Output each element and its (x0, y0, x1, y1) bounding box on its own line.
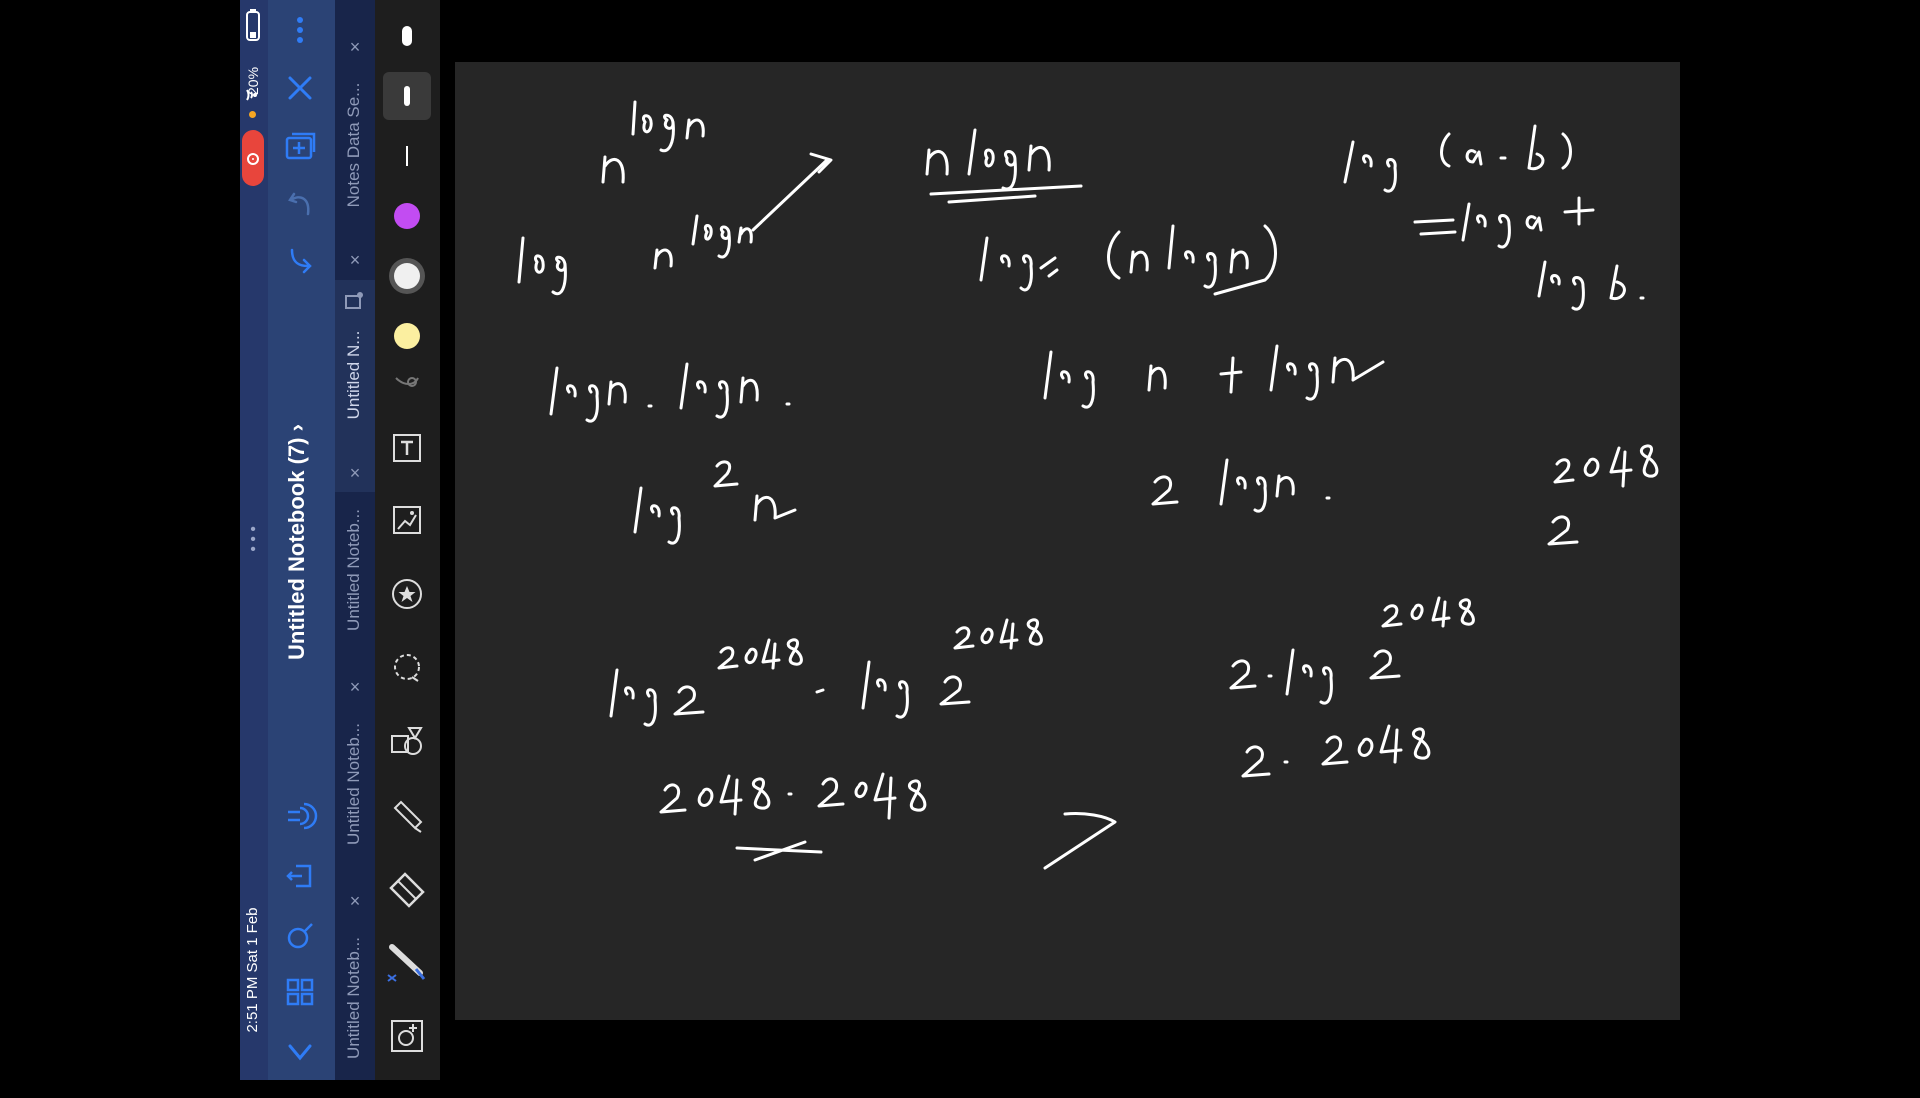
color-swatch-yellow[interactable] (383, 312, 431, 360)
tab-untitled-notebook[interactable]: Untitled Noteb... (344, 898, 366, 1098)
redo-icon[interactable] (282, 244, 318, 280)
ink-log-sq-n (633, 460, 797, 545)
privacy-indicator-dot (249, 111, 256, 118)
ink-n-pow-logn (601, 100, 705, 184)
chevron-down-icon[interactable] (282, 1034, 318, 1070)
handwritten-ink (517, 100, 1659, 870)
audio-record-icon[interactable] (282, 798, 318, 834)
wifi-icon (246, 89, 257, 101)
ink-greater-than (1043, 812, 1117, 870)
record-icon (247, 153, 259, 165)
tab-untitled-notebook[interactable]: Untitled Noteb... (344, 470, 366, 670)
ink-log-b (1537, 260, 1645, 311)
notebook-title[interactable]: Untitled Notebook (7) › (284, 412, 312, 672)
ink-2-log2-2048 (1229, 596, 1475, 705)
drawing-canvas[interactable] (455, 62, 1680, 1020)
ink-n-log-n (925, 128, 1083, 204)
ink-log-n-pow-logn (517, 214, 753, 296)
chevron-right-icon: › (284, 424, 309, 432)
battery-icon (246, 9, 260, 41)
image-tool-icon[interactable] (383, 496, 431, 544)
ink-log-a-b (1343, 124, 1572, 193)
ink-log2-2048-minus-log2-2048 (609, 618, 1043, 727)
ink-2-times-2048 (1241, 724, 1431, 778)
more-vertical-icon[interactable] (282, 12, 318, 48)
grid-view-icon[interactable] (282, 974, 318, 1010)
color-swatch-purple[interactable] (383, 192, 431, 240)
ink-2-right (1547, 515, 1579, 546)
shapes-tool-icon[interactable] (383, 718, 431, 766)
pen-tool-icon[interactable] (383, 938, 431, 986)
undo-icon[interactable] (282, 186, 318, 222)
tab-untitled-notebook[interactable]: Untitled Noteb... (344, 684, 366, 884)
ink-2048-dot-2048 (659, 772, 927, 862)
ink-log-of-nlogn (979, 224, 1277, 296)
tool-options-icon[interactable] (383, 362, 431, 402)
pen-thickness-medium[interactable] (383, 72, 431, 120)
search-icon[interactable] (282, 918, 318, 954)
export-icon[interactable] (282, 858, 318, 894)
pen-thickness-thick[interactable] (383, 12, 431, 60)
highlighter-tool-icon[interactable] (383, 792, 431, 840)
lasso-tool-icon[interactable] (383, 644, 431, 692)
color-swatch-white[interactable] (383, 252, 431, 300)
notebook-title-text: Untitled Notebook (7) (284, 437, 309, 660)
ink-eq-log-a-plus (1413, 196, 1595, 249)
status-time: 2:51 PM Sat 1 Feb (244, 907, 261, 1033)
ink-logn-dot-logn (549, 362, 791, 423)
ink-logn-plus-logn (1043, 344, 1385, 409)
add-page-icon[interactable] (282, 128, 318, 164)
close-icon[interactable] (282, 70, 318, 106)
tab-untitled-n-active[interactable]: Untitled N... (344, 275, 366, 475)
tab-notes-data-se[interactable]: Notes Data Se... (344, 45, 366, 245)
text-tool-icon[interactable] (383, 424, 431, 472)
ink-2048-exponent-top (1553, 444, 1659, 488)
eraser-tool-icon[interactable] (383, 864, 431, 912)
add-element-tool-icon[interactable] (383, 1012, 431, 1060)
sticker-tool-icon[interactable] (383, 570, 431, 618)
ink-2-logn (1151, 458, 1331, 513)
multitasking-handle-icon[interactable]: • • • (248, 522, 258, 559)
pen-thickness-thin[interactable] (383, 132, 431, 180)
tab-close-icon[interactable]: × (346, 251, 364, 269)
